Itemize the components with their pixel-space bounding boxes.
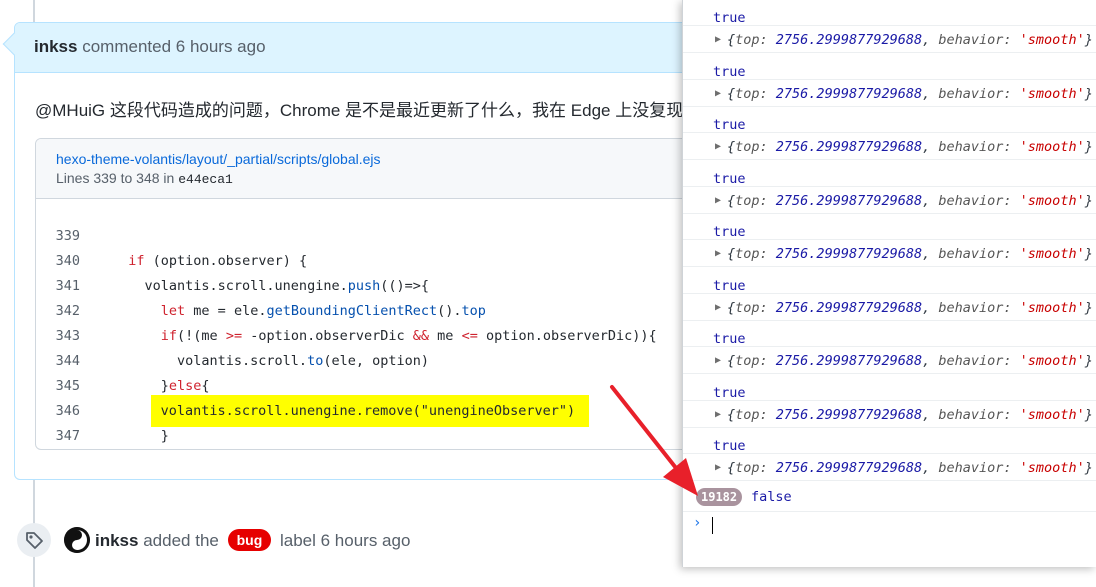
comment-box: inkss commented 6 hours ago @MHuiG 这段代码造… xyxy=(14,22,734,480)
console-message: true xyxy=(683,54,1096,80)
comment-header: inkss commented 6 hours ago xyxy=(15,23,733,73)
snippet-file-link[interactable]: hexo-theme-volantis/layout/_partial/scri… xyxy=(56,151,733,167)
expand-triangle-icon[interactable]: ▶ xyxy=(715,31,721,49)
snippet-header: hexo-theme-volantis/layout/_partial/scri… xyxy=(36,139,733,199)
console-repeat-message: 19182 false xyxy=(683,484,1096,512)
code-line: 346 } xyxy=(36,374,733,444)
code-line: 339 if (option.observer) { xyxy=(36,199,733,269)
console-value: true xyxy=(713,224,746,240)
tag-event-badge xyxy=(17,523,51,557)
console-object[interactable]: ▶ {top: 2756.2999877929688, behavior: 'sm… xyxy=(683,454,1096,481)
code-snippet: hexo-theme-volantis/layout/_partial/scri… xyxy=(35,138,733,450)
console-object[interactable]: ▶ {top: 2756.2999877929688, behavior: 'sm… xyxy=(683,133,1096,160)
console-object[interactable]: ▶ {top: 2756.2999877929688, behavior: 'sm… xyxy=(683,401,1096,428)
expand-triangle-icon[interactable]: ▶ xyxy=(715,85,721,103)
console-message: true xyxy=(683,161,1096,187)
code-line: 348 } xyxy=(36,424,733,450)
console-value: true xyxy=(713,385,746,401)
expand-triangle-icon[interactable]: ▶ xyxy=(715,299,721,317)
tag-icon xyxy=(26,532,43,549)
snippet-commit-sha[interactable]: e44eca1 xyxy=(178,172,233,187)
console-value: true xyxy=(713,438,746,454)
code-line: 340 volantis.scroll.unengine.push(()=>{ xyxy=(36,224,733,294)
expand-triangle-icon[interactable]: ▶ xyxy=(715,245,721,263)
snippet-lines: Lines 339 to 348 in xyxy=(56,170,175,186)
console-object[interactable]: ▶ {top: 2756.2999877929688, behavior: 'sm… xyxy=(683,294,1096,321)
console-value: false xyxy=(751,489,792,505)
expand-triangle-icon[interactable]: ▶ xyxy=(715,406,721,424)
console-message: true xyxy=(683,321,1096,347)
repeat-count-badge: 19182 xyxy=(696,488,743,506)
console-value: true xyxy=(713,64,746,80)
snippet-meta: Lines 339 to 348 in e44eca1 xyxy=(56,170,733,187)
code-line: 344 }else{ xyxy=(36,324,733,394)
event-text-after: label 6 hours ago xyxy=(279,531,411,550)
console-object[interactable]: ▶ {top: 2756.2999877929688, behavior: 'sm… xyxy=(683,80,1096,107)
console-value: true xyxy=(713,171,746,187)
event-text-before: added the xyxy=(143,531,219,550)
console-prompt-icon: › xyxy=(693,515,702,531)
console-message: true xyxy=(683,375,1096,401)
code-line: 347 },"unengineObserver") xyxy=(36,399,733,444)
console-value: true xyxy=(713,278,746,294)
line-number[interactable]: 348 xyxy=(36,449,80,450)
code-line: 341 let me = ele.getBoundingClientRect()… xyxy=(36,249,733,319)
console-value: true xyxy=(713,331,746,347)
comment-time[interactable]: commented 6 hours ago xyxy=(82,37,265,56)
console-object[interactable]: ▶ {top: 2756.2999877929688, behavior: 'sm… xyxy=(683,347,1096,374)
comment-body: @MHuiG 这段代码造成的问题，Chrome 是不是最近更新了什么，我在 Ed… xyxy=(35,101,684,120)
console-value: true xyxy=(713,10,746,26)
console-message: true xyxy=(683,214,1096,240)
console-object[interactable]: ▶ {top: 2756.2999877929688, behavior: 'sm… xyxy=(683,187,1096,214)
expand-triangle-icon[interactable]: ▶ xyxy=(715,138,721,156)
expand-triangle-icon[interactable]: ▶ xyxy=(715,192,721,210)
code-line: 343 volantis.scroll.to(ele, option) xyxy=(36,299,733,369)
console-object[interactable]: ▶ {top: 2756.2999877929688, behavior: 'sm… xyxy=(683,26,1096,53)
label-bug[interactable]: bug xyxy=(227,529,272,551)
console-message: true xyxy=(683,107,1096,133)
comment-author[interactable]: inkss xyxy=(34,37,77,56)
expand-triangle-icon[interactable]: ▶ xyxy=(715,459,721,477)
event-author[interactable]: inkss xyxy=(95,531,138,550)
label-event: inkss added the bug label 6 hours ago xyxy=(95,529,410,551)
console-input-cursor[interactable] xyxy=(712,517,713,534)
code-line: 342 if(!(me >= -option.observerDic && me… xyxy=(36,274,733,344)
console-message: true xyxy=(683,0,1096,26)
console-message: true xyxy=(683,428,1096,454)
console-object[interactable]: ▶ {top: 2756.2999877929688, behavior: 'sm… xyxy=(683,240,1096,267)
expand-triangle-icon[interactable]: ▶ xyxy=(715,352,721,370)
avatar[interactable] xyxy=(64,527,90,553)
code-line: 345 volantis.scroll.unengine.remove("une… xyxy=(36,349,733,427)
console-message: true xyxy=(683,268,1096,294)
devtools-console: true ▶ {top: 2756.2999877929688, behavior… xyxy=(682,0,1096,567)
line-code: },"unengineObserver") xyxy=(112,449,315,450)
console-value: true xyxy=(713,117,746,133)
